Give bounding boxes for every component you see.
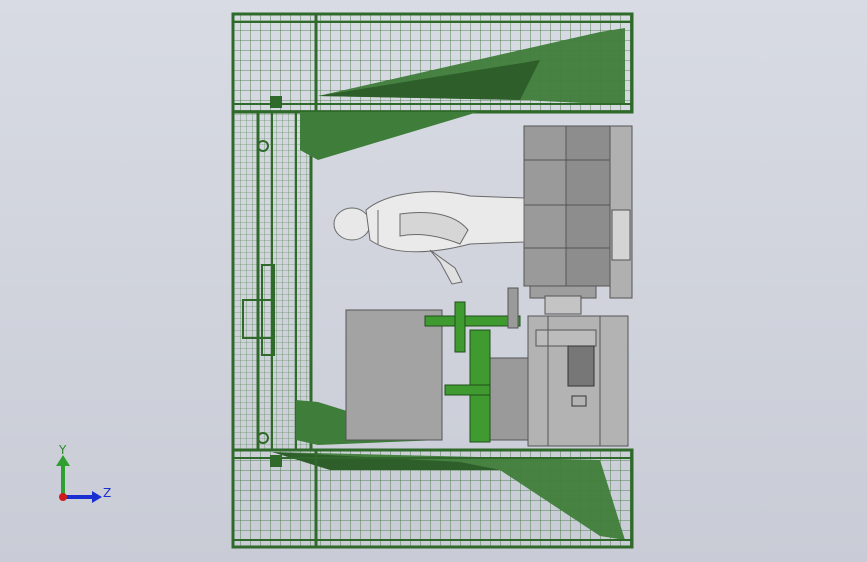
bottom-fence-panel <box>231 448 634 549</box>
coordinate-triad: Y Z <box>56 443 111 503</box>
fixture-table <box>345 287 629 447</box>
x-axis-origin-dot <box>59 493 67 501</box>
left-fence-panel <box>231 110 313 452</box>
cad-viewport[interactable]: Y Z <box>0 0 867 562</box>
top-fence-panel <box>231 12 634 114</box>
human-figure <box>333 191 525 285</box>
rotary-column <box>529 285 597 315</box>
z-axis-arrowhead <box>92 491 102 503</box>
robot-base-block <box>523 125 633 299</box>
z-axis-label: Z <box>103 486 111 500</box>
y-axis-label: Y <box>58 443 67 457</box>
